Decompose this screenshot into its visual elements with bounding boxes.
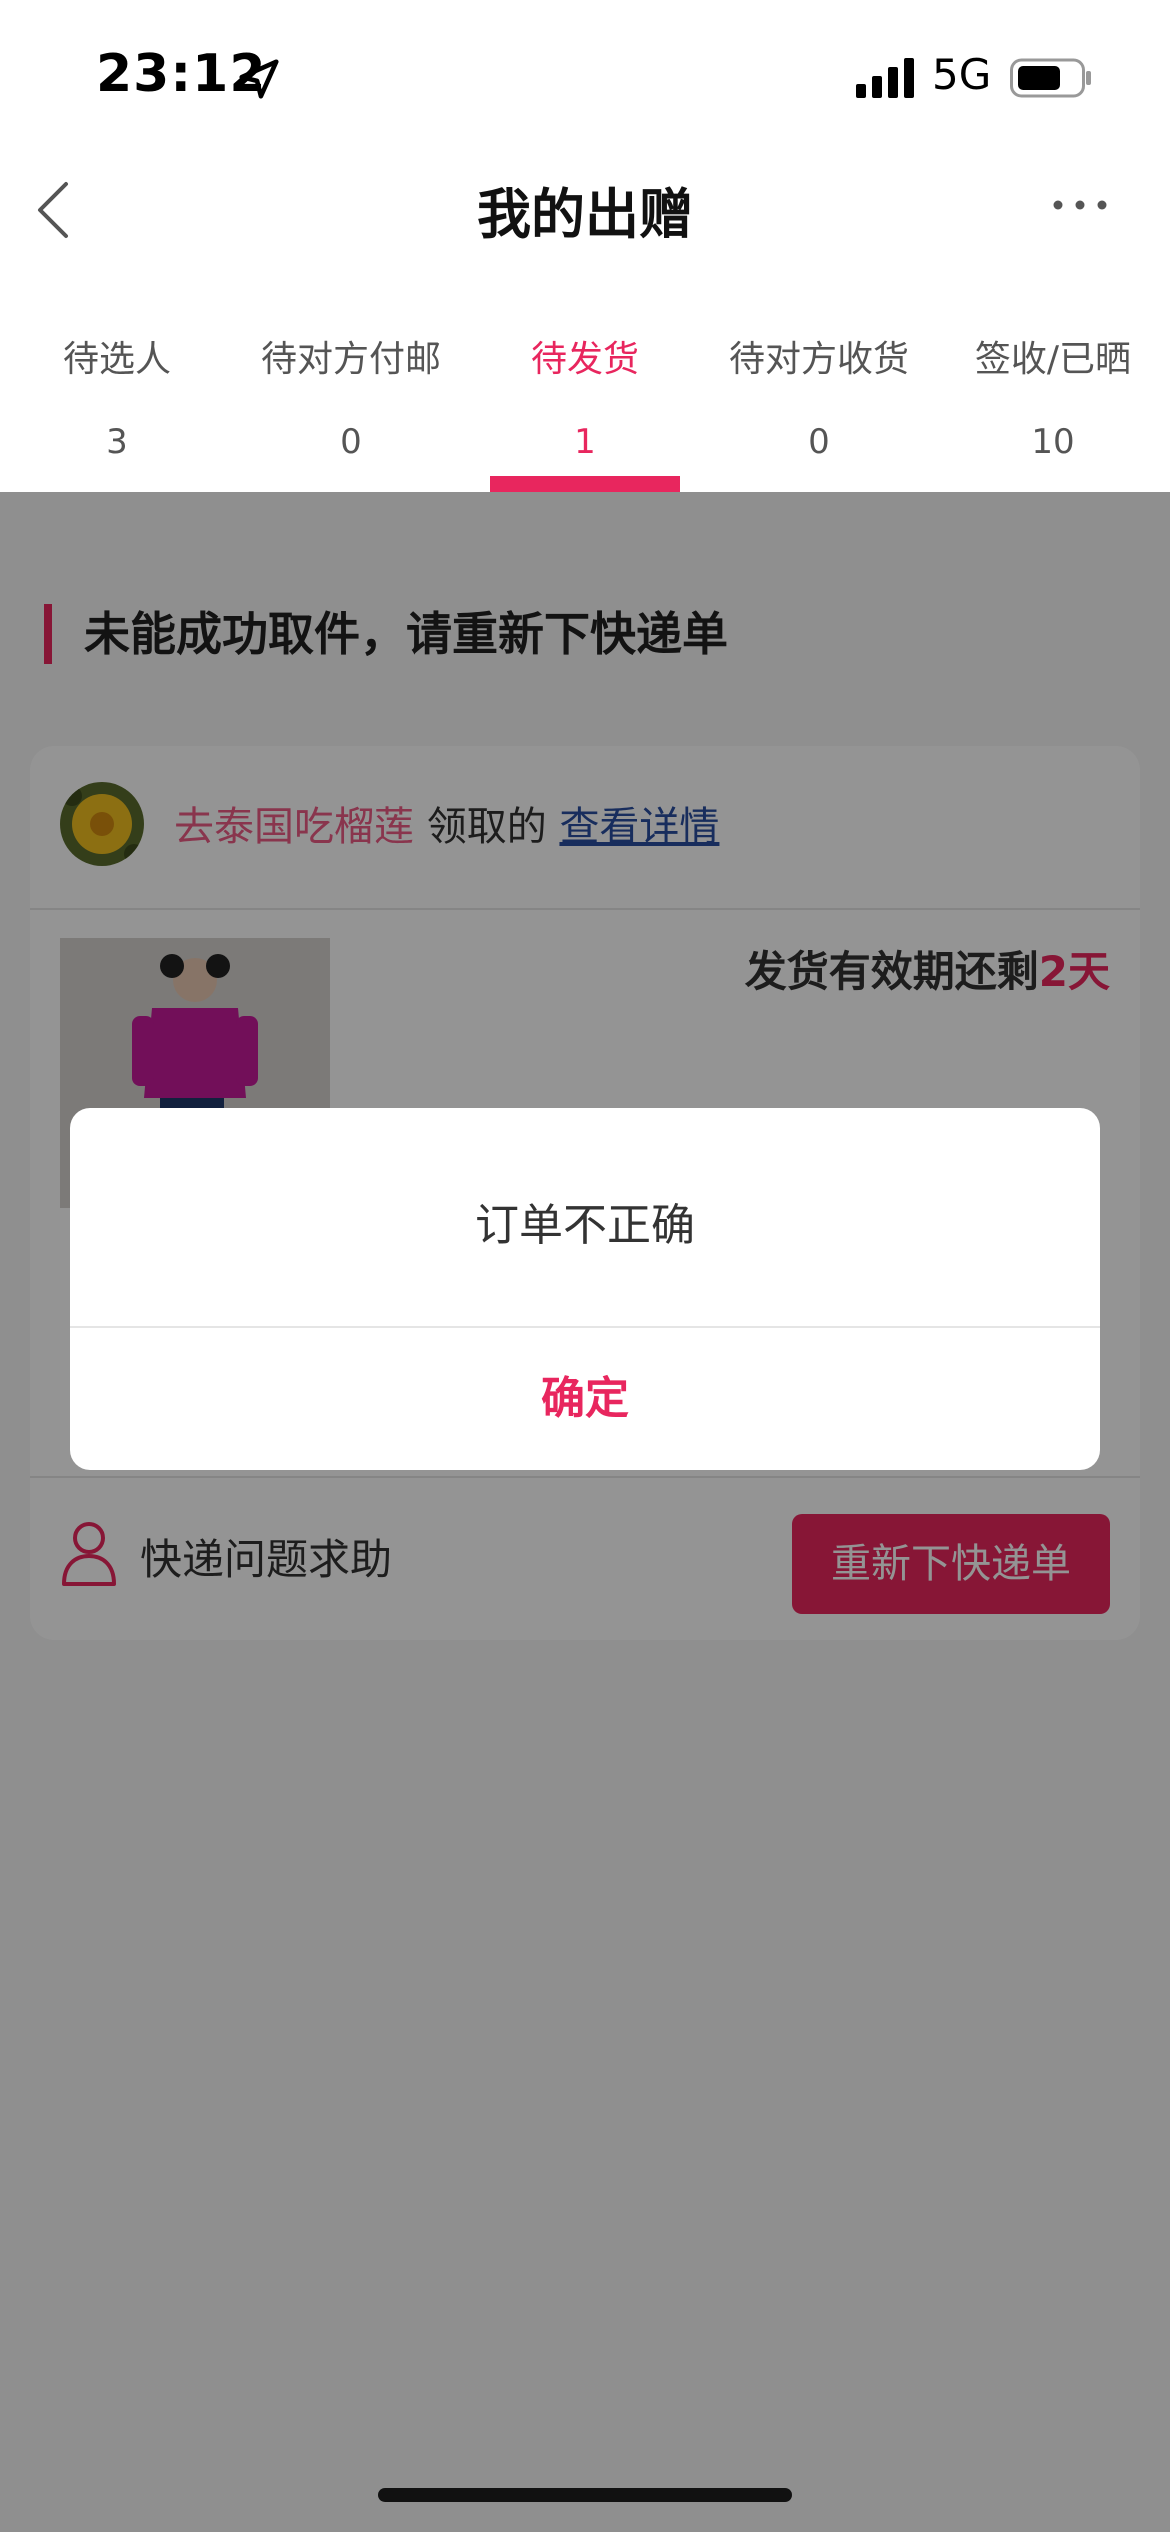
alert-dialog: 订单不正确 确定: [70, 1108, 1100, 1470]
tab-label: 待发货: [530, 339, 639, 380]
tab-pending-receipt[interactable]: 待对方收货 0: [702, 300, 936, 492]
tab-pending-select[interactable]: 待选人 3: [0, 300, 234, 492]
dialog-message: 订单不正确: [70, 1108, 1100, 1328]
dialog-confirm-button[interactable]: 确定: [70, 1328, 1100, 1470]
tab-pending-shipment[interactable]: 待发货 1: [468, 300, 702, 492]
status-bar: 23:12 5G: [0, 0, 1170, 150]
tab-active-underline: [490, 476, 680, 492]
modal-backdrop[interactable]: [0, 492, 1170, 2532]
tab-label: 待对方收货: [728, 339, 909, 380]
tab-label: 待对方付邮: [260, 339, 441, 380]
tab-label: 签收/已晒: [974, 339, 1132, 380]
battery-icon: [1010, 58, 1091, 98]
tab-count: 1: [574, 422, 596, 462]
tab-count: 3: [106, 422, 128, 462]
network-type: 5G: [932, 50, 992, 99]
home-indicator[interactable]: [378, 2488, 792, 2502]
page-title: 我的出赠: [477, 183, 693, 246]
tab-received-shared[interactable]: 签收/已晒 10: [936, 300, 1170, 492]
location-arrow-icon: [239, 59, 279, 99]
tab-label: 待选人: [62, 339, 171, 380]
tab-count: 10: [1031, 422, 1075, 462]
tab-count: 0: [340, 422, 362, 462]
tab-count: 0: [808, 422, 830, 462]
tab-pending-postage[interactable]: 待对方付邮 0: [234, 300, 468, 492]
status-tabs: 待选人 3 待对方付邮 0 待发货 1 待对方收货 0 签收/已晒 10: [0, 300, 1170, 492]
more-options-icon[interactable]: [1050, 190, 1110, 220]
nav-bar: 我的出赠: [0, 150, 1170, 270]
cellular-signal-icon: [856, 58, 914, 98]
